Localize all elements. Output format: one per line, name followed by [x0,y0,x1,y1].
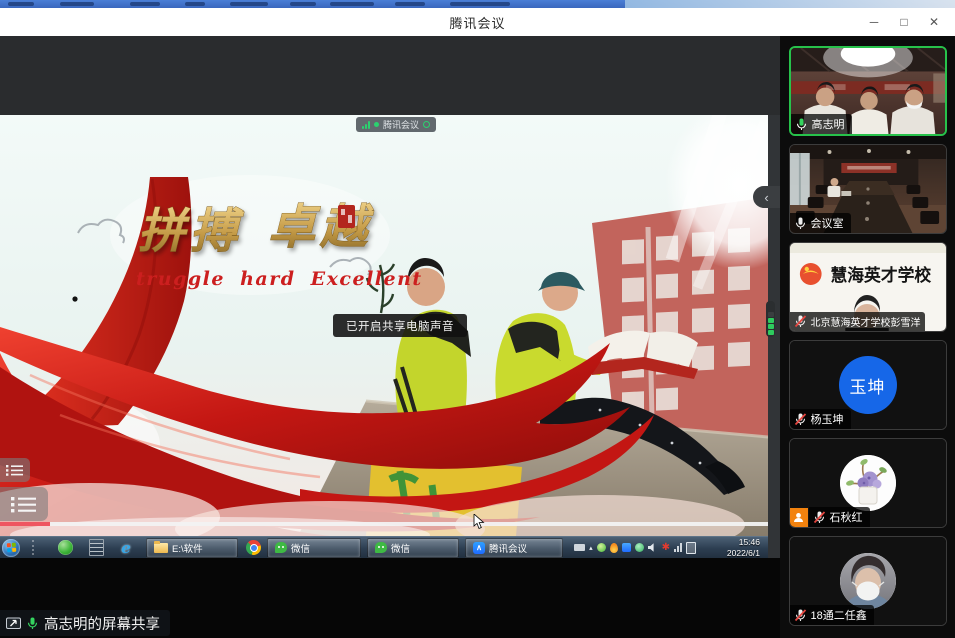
participant-name: 石秋红 [830,509,863,525]
participant-tile-huihai-school[interactable]: 慧海英才学校 北京慧海英才学校彭雪洋 [789,242,947,332]
chrome-icon [246,540,261,555]
video-progress-bar [0,522,768,526]
playlist-button-large[interactable] [0,487,48,521]
participant-name: 北京慧海英才学校彭雪洋 [811,314,921,329]
language-bar-icon [574,544,585,551]
signal-bars-icon [362,121,370,129]
tencent-meeting-window: 腾讯会议 ─ □ ✕ [0,0,955,638]
mic-muted-icon [794,413,807,426]
background-window-light-area [625,0,955,8]
maximize-button[interactable]: □ [889,8,919,36]
participant-name-label: 杨玉坤 [790,409,851,429]
folder-task-button: E:\软件 [146,538,238,558]
tray-expand-icon: ▴ [589,544,593,552]
participant-tile-meetingroom[interactable]: 会议室 [789,144,947,234]
mic-muted-icon [794,609,807,622]
sidebar-collapse-button[interactable]: ‹ [753,186,780,208]
participant-tile-renxin[interactable]: 18通二任鑫 [789,536,947,626]
red-seal [338,205,355,228]
wechat-task-label-1: 微信 [291,541,310,555]
network-signal-icon [674,543,682,552]
participant-name-label: 18通二任鑫 [790,605,874,625]
participant-name-label: 会议室 [790,213,851,233]
action-center-icon [686,542,696,554]
video-progress-played [0,522,50,526]
meeting-task-label: 腾讯会议 [489,541,527,555]
wechat-icon [375,542,387,553]
avatar-photo-masked-person [840,553,896,609]
school-banner-text: 慧海英才学校 [830,265,931,285]
playlist-button-small[interactable] [0,458,30,482]
notepad-icon [89,539,104,556]
avatar-initials: 玉坤 [839,356,897,414]
window-titlebar: 腾讯会议 ─ □ ✕ [0,8,955,36]
screen-share-icon [6,617,21,630]
remote-pill-label: 腾讯会议 [383,118,419,131]
shared-screen-region: 拼搏 卓越 truggle hard Excellent 腾讯会议 已开启共享电… [0,36,780,638]
windows-flag-icon [6,543,16,553]
screen-share-banner: 高志明的屏幕共享 [0,610,170,636]
video-title-cn-1: 拼搏 [138,204,245,259]
meeting-task-button: ∧ 腾讯会议 [465,538,563,558]
participant-name: 杨玉坤 [811,411,844,427]
browser-360-icon [58,540,73,555]
participant-tile-gaozhiming[interactable]: 高志明 [789,46,947,136]
participant-name: 高志明 [812,116,845,132]
ie-icon: e [118,540,134,556]
participant-name-label: 北京慧海英才学校彭雪洋 [790,312,925,331]
folder-task-label: E:\软件 [172,541,203,555]
remote-meeting-pill: 腾讯会议 [356,117,436,132]
screen-share-label: 高志明的屏幕共享 [44,613,160,634]
background-window-strip [0,0,955,8]
participants-sidebar: 高志明 [780,36,955,638]
participant-name: 18通二任鑫 [811,607,867,623]
participant-name-label: 高志明 [791,114,852,134]
mic-on-icon [795,118,808,131]
participant-tile-shiqiuhong[interactable]: 石秋红 [789,438,947,528]
mic-on-icon [26,617,39,630]
audio-level-meter [766,301,775,337]
folder-icon [154,543,168,553]
share-audio-toast: 已开启共享电脑声音 [333,314,467,337]
tray-red-icon: ✱ [662,543,670,553]
tray-meeting-icon [622,543,631,552]
wechat-icon [275,542,287,553]
tray-green-icon [635,543,644,552]
system-tray: ▴ ✱ [574,542,696,554]
participant-name: 会议室 [811,215,844,231]
window-title: 腾讯会议 [0,13,955,32]
tray-flame-icon [610,543,618,553]
avatar-flower [840,455,896,511]
wechat-task-button-1: 微信 [267,538,361,558]
minimize-button[interactable]: ─ [859,8,889,36]
mouse-cursor [473,514,485,535]
mic-muted-icon [813,511,826,524]
remote-taskbar: e E:\软件 微信 微信 ∧ 腾讯会议 ▴ ✱ [0,536,768,558]
profile-person-badge [790,508,808,527]
mic-icon [794,217,807,230]
participant-name-label: 石秋红 [809,507,870,527]
clock-time: 15:46 [708,537,760,548]
taskbar-separator [32,540,38,555]
volume-icon [648,543,658,553]
mic-muted-icon [794,315,807,328]
close-button[interactable]: ✕ [919,8,949,36]
window-controls: ─ □ ✕ [859,8,949,36]
tencent-meeting-icon: ∧ [473,542,485,554]
letterbox [0,36,780,115]
video-title-en: truggle hard Excellent [136,268,423,290]
windows-start-orb [2,539,20,557]
taskbar-clock: 15:46 2022/6/1 [708,537,760,558]
tray-360-icon [597,543,606,552]
green-ring-icon [423,121,430,128]
clock-date: 2022/6/1 [708,548,760,559]
video-title-cn-2: 卓越 [268,200,374,255]
wechat-task-label-2: 微信 [391,541,410,555]
wechat-task-button-2: 微信 [367,538,459,558]
dot-decoration [72,296,77,301]
participant-tile-yangyukun[interactable]: 玉坤 杨玉坤 [789,340,947,430]
green-dot-icon [374,122,379,127]
